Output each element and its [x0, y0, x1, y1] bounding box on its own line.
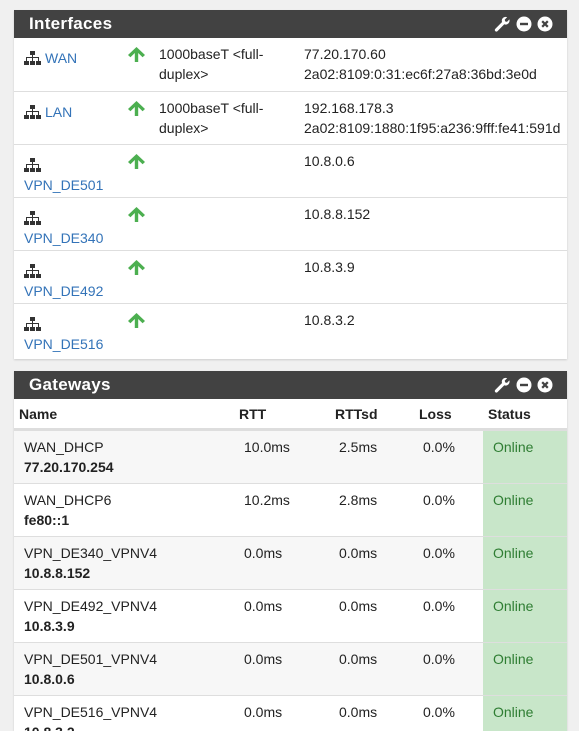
- minus-circle-icon[interactable]: [516, 16, 532, 32]
- gateway-loss: 0.0%: [423, 704, 455, 720]
- status-badge: Online: [483, 696, 567, 731]
- interface-row: VPN_DE492 10.8.3.9: [14, 250, 567, 303]
- table-row: VPN_DE492_VPNV4 10.8.3.9 0.0ms 0.0ms 0.0%…: [14, 589, 567, 642]
- gateway-name: VPN_DE516_VPNV410.8.3.2: [24, 704, 158, 731]
- gateway-rttsd: 0.0ms: [339, 598, 378, 614]
- interface-link-vpn-de492[interactable]: VPN_DE492: [24, 261, 114, 301]
- status-badge: Online: [483, 431, 567, 483]
- table-row: VPN_DE501_VPNV4 10.8.0.6 0.0ms 0.0ms 0.0%…: [14, 642, 567, 695]
- table-row: VPN_DE340_VPNV4 10.8.8.152 0.0ms 0.0ms 0.…: [14, 536, 567, 589]
- gateway-rtt: 0.0ms: [244, 704, 283, 720]
- table-header: Name RTT RTTsd Loss Status: [14, 399, 567, 430]
- status-badge: Online: [483, 484, 567, 536]
- interface-row: VPN_DE516 10.8.3.2: [14, 303, 567, 356]
- column-rtt[interactable]: RTT: [239, 406, 266, 422]
- arrow-up-icon: [128, 313, 145, 331]
- status-badge: Online: [483, 537, 567, 589]
- gateway-name: VPN_DE340_VPNV4 10.8.8.152: [24, 545, 158, 581]
- sitemap-icon: [24, 157, 45, 173]
- gateway-name: VPN_DE492_VPNV4 10.8.3.9: [24, 598, 158, 634]
- wrench-icon[interactable]: [494, 16, 511, 33]
- column-rttsd[interactable]: RTTsd: [335, 406, 378, 422]
- gateway-rtt: 0.0ms: [244, 545, 283, 561]
- interface-address: 10.8.3.9: [304, 259, 355, 275]
- arrow-up-icon: [128, 101, 145, 119]
- column-loss[interactable]: Loss: [419, 406, 452, 422]
- interface-address: 77.20.170.60 2a02:8109:0:31:ec6f:27a8:36b…: [304, 46, 537, 82]
- interfaces-header: Interfaces: [14, 10, 567, 38]
- column-name[interactable]: Name: [19, 406, 57, 422]
- gateway-rttsd: 0.0ms: [339, 704, 378, 720]
- interface-link-wan[interactable]: WAN: [24, 48, 77, 68]
- gateway-rttsd: 0.0ms: [339, 651, 378, 667]
- column-status[interactable]: Status: [488, 406, 531, 422]
- arrow-up-icon: [128, 207, 145, 225]
- gateway-name: WAN_DHCP6 fe80::1: [24, 492, 112, 528]
- close-circle-icon[interactable]: [537, 16, 553, 32]
- interface-link-vpn-de340[interactable]: VPN_DE340: [24, 208, 114, 248]
- table-row: VPN_DE516_VPNV410.8.3.2 0.0ms 0.0ms 0.0%…: [14, 695, 567, 731]
- gateway-loss: 0.0%: [423, 598, 455, 614]
- gateway-rtt: 0.0ms: [244, 651, 283, 667]
- gateway-rttsd: 0.0ms: [339, 545, 378, 561]
- status-badge: Online: [483, 643, 567, 695]
- gateway-loss: 0.0%: [423, 545, 455, 561]
- gateway-loss: 0.0%: [423, 439, 455, 455]
- minus-circle-icon[interactable]: [516, 377, 532, 393]
- gateways-widget: Gateways Name RTT RTTsd Loss Status WAN_…: [14, 371, 567, 731]
- interfaces-title: Interfaces: [29, 14, 113, 33]
- gateway-name: VPN_DE501_VPNV4 10.8.0.6: [24, 651, 158, 687]
- gateways-header: Gateways: [14, 371, 567, 399]
- table-row: WAN_DHCP6 fe80::1 10.2ms 2.8ms 0.0% Onlin…: [14, 483, 567, 536]
- table-row: WAN_DHCP 77.20.170.254 10.0ms 2.5ms 0.0% …: [14, 430, 567, 483]
- gateway-loss: 0.0%: [423, 651, 455, 667]
- arrow-up-icon: [128, 154, 145, 172]
- gateway-rtt: 10.2ms: [244, 492, 290, 508]
- interface-media: 1000baseT <full-duplex>: [159, 100, 264, 136]
- interface-row: WAN 1000baseT <full-duplex> 77.20.170.60…: [14, 38, 567, 91]
- sitemap-icon: [24, 263, 45, 279]
- sitemap-icon: [24, 210, 45, 226]
- interfaces-widget: Interfaces WAN 1000baseT <full-duplex> 7…: [14, 10, 567, 359]
- gateways-title: Gateways: [29, 375, 111, 394]
- interface-link-lan[interactable]: LAN: [24, 102, 72, 122]
- close-circle-icon[interactable]: [537, 377, 553, 393]
- wrench-icon[interactable]: [494, 377, 511, 394]
- interfaces-list: WAN 1000baseT <full-duplex> 77.20.170.60…: [14, 38, 567, 356]
- interface-row: VPN_DE501 10.8.0.6: [14, 144, 567, 197]
- interface-address: 10.8.8.152: [304, 206, 371, 222]
- interface-address: 10.8.0.6: [304, 153, 355, 169]
- gateway-rttsd: 2.5ms: [339, 439, 378, 455]
- gateway-rtt: 10.0ms: [244, 439, 290, 455]
- gateway-rtt: 0.0ms: [244, 598, 283, 614]
- sitemap-icon: [24, 50, 45, 66]
- arrow-up-icon: [128, 260, 145, 278]
- interface-link-vpn-de501[interactable]: VPN_DE501: [24, 155, 114, 195]
- interface-address: 192.168.178.3 2a02:8109:1880:1f95:a236:9f…: [304, 100, 561, 136]
- interface-row: LAN 1000baseT <full-duplex> 192.168.178.…: [14, 91, 567, 144]
- interface-link-vpn-de516[interactable]: VPN_DE516: [24, 314, 114, 354]
- arrow-up-icon: [128, 47, 145, 65]
- status-badge: Online: [483, 590, 567, 642]
- gateway-name: WAN_DHCP 77.20.170.254: [24, 439, 114, 475]
- interface-media: 1000baseT <full-duplex>: [159, 46, 264, 82]
- sitemap-icon: [24, 316, 45, 332]
- interface-row: VPN_DE340 10.8.8.152: [14, 197, 567, 250]
- gateway-rttsd: 2.8ms: [339, 492, 378, 508]
- gateways-table: Name RTT RTTsd Loss Status WAN_DHCP 77.20…: [14, 399, 567, 731]
- sitemap-icon: [24, 104, 45, 120]
- gateway-loss: 0.0%: [423, 492, 455, 508]
- interface-address: 10.8.3.2: [304, 312, 355, 328]
